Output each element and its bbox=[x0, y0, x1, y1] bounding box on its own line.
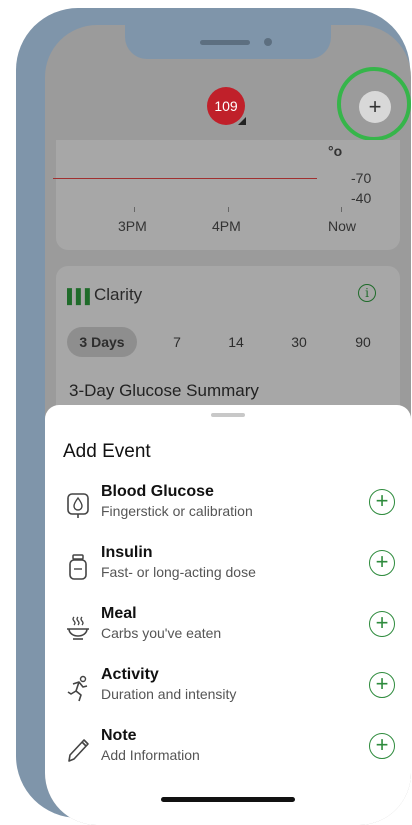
graph-high-label: -70 bbox=[351, 170, 372, 186]
add-insulin-button[interactable]: + bbox=[369, 550, 395, 576]
badge-pointer-icon bbox=[238, 117, 246, 125]
event-title: Activity bbox=[101, 666, 159, 683]
range-tab-30[interactable]: 30 bbox=[289, 327, 309, 357]
event-subtitle: Fast- or long-acting dose bbox=[101, 564, 256, 580]
insulin-vial-icon bbox=[69, 554, 87, 580]
graph-x-label: Now bbox=[328, 218, 357, 234]
range-tab-90[interactable]: 90 bbox=[353, 327, 373, 357]
highlight-ring bbox=[337, 67, 411, 141]
home-indicator[interactable] bbox=[161, 797, 295, 802]
screen: 109 + °o -70 -40 3PM 4PM Now ▌▌▌ Clarity… bbox=[45, 25, 411, 825]
event-title: Insulin bbox=[101, 544, 153, 561]
blood-drop-icon bbox=[67, 493, 89, 518]
running-icon bbox=[67, 675, 88, 702]
range-tab-3-days[interactable]: 3 Days bbox=[67, 327, 137, 357]
graph-tick bbox=[341, 207, 342, 212]
info-icon[interactable]: i bbox=[358, 284, 376, 302]
target-range-line bbox=[53, 178, 317, 179]
graph-low-label: -40 bbox=[351, 190, 372, 206]
add-meal-button[interactable]: + bbox=[369, 611, 395, 637]
event-title: Meal bbox=[101, 605, 137, 622]
graph-unit-label: °o bbox=[328, 143, 343, 159]
graph-tick bbox=[134, 207, 135, 212]
sheet-grabber[interactable] bbox=[211, 413, 245, 417]
graph-x-label: 3PM bbox=[118, 218, 147, 234]
sheet-title: Add Event bbox=[63, 441, 151, 462]
range-tab-14[interactable]: 14 bbox=[226, 327, 246, 357]
event-row-blood-glucose[interactable]: Blood Glucose Fingerstick or calibration… bbox=[45, 483, 411, 539]
speaker bbox=[200, 40, 250, 45]
phone-frame: 109 + °o -70 -40 3PM 4PM Now ▌▌▌ Clarity… bbox=[16, 8, 411, 825]
camera bbox=[264, 38, 272, 46]
range-tab-7[interactable]: 7 bbox=[169, 327, 185, 357]
event-subtitle: Fingerstick or calibration bbox=[101, 503, 253, 519]
graph-x-label: 4PM bbox=[212, 218, 241, 234]
clarity-title: Clarity bbox=[94, 285, 143, 304]
add-blood-glucose-button[interactable]: + bbox=[369, 489, 395, 515]
event-subtitle: Add Information bbox=[101, 747, 200, 763]
add-event-sheet: Add Event Blood Glucose Fingerstick or c… bbox=[45, 405, 411, 825]
summary-title: 3-Day Glucose Summary bbox=[69, 381, 259, 400]
event-subtitle: Carbs you've eaten bbox=[101, 625, 222, 641]
clarity-bars-icon: ▌▌▌ bbox=[67, 288, 95, 304]
graph-tick bbox=[228, 207, 229, 212]
event-row-note[interactable]: Note Add Information + bbox=[45, 727, 411, 783]
notch bbox=[125, 25, 331, 59]
event-row-activity[interactable]: Activity Duration and intensity + bbox=[45, 666, 411, 722]
pencil-icon bbox=[68, 739, 89, 762]
event-subtitle: Duration and intensity bbox=[101, 686, 237, 702]
event-row-insulin[interactable]: Insulin Fast- or long-acting dose + bbox=[45, 544, 411, 600]
add-note-button[interactable]: + bbox=[369, 733, 395, 759]
meal-bowl-icon bbox=[67, 616, 89, 640]
event-row-meal[interactable]: Meal Carbs you've eaten + bbox=[45, 605, 411, 661]
event-title: Blood Glucose bbox=[101, 483, 214, 500]
event-title: Note bbox=[101, 727, 137, 744]
add-activity-button[interactable]: + bbox=[369, 672, 395, 698]
